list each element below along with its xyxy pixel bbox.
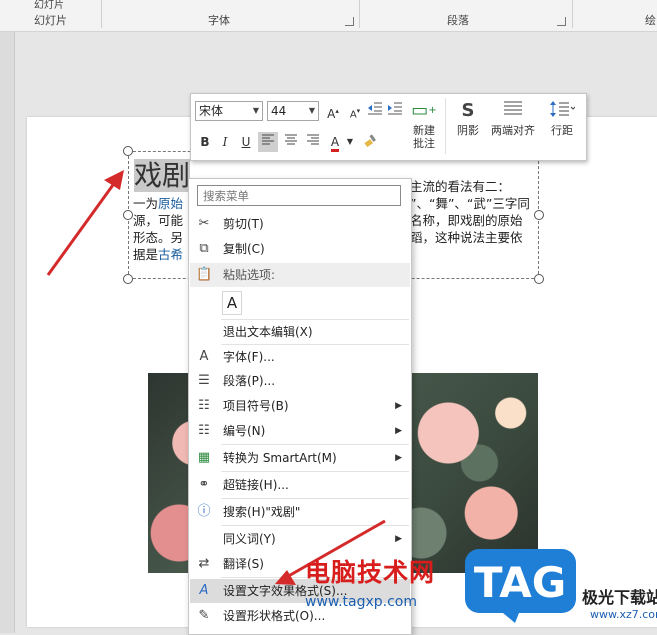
arrow-to-title bbox=[46, 177, 120, 276]
arrow-head bbox=[104, 170, 124, 190]
watermark-right-url: www.xz7.com bbox=[590, 608, 657, 621]
watermark-right-site: 极光下载站 bbox=[582, 588, 657, 607]
tag-logo-text: TAG bbox=[474, 558, 566, 607]
watermark-site-text: 电脑技术网 bbox=[305, 558, 436, 587]
watermark-url: www.tagxp.com bbox=[305, 594, 417, 610]
tag-logo: TAG bbox=[465, 549, 576, 623]
annotation-arrows bbox=[46, 170, 386, 585]
